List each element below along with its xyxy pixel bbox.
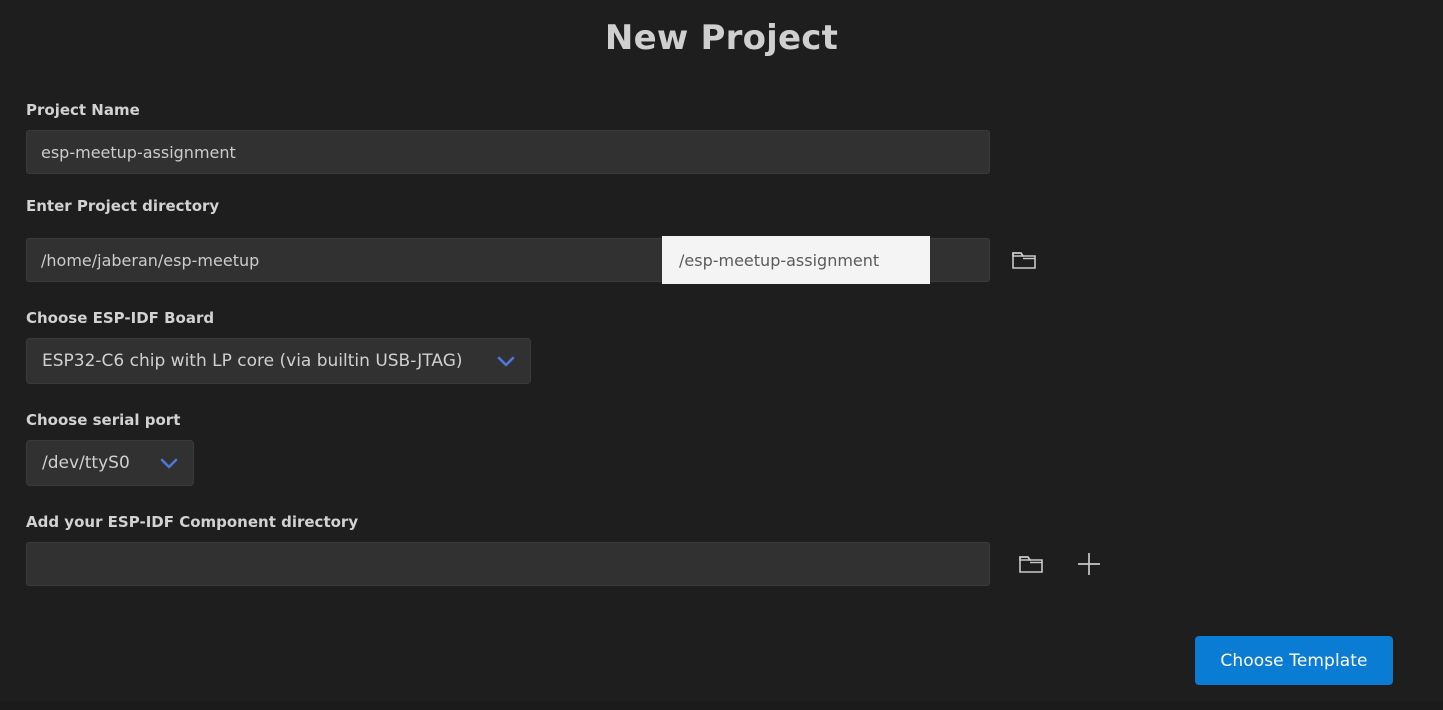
project-name-group: Project Name esp-meetup-assignment xyxy=(26,100,1426,174)
chevron-down-icon xyxy=(159,456,179,470)
board-row: ESP32-C6 chip with LP core (via builtin … xyxy=(26,338,1426,384)
new-project-form: Project Name esp-meetup-assignment Enter… xyxy=(26,100,1426,586)
project-directory-suggestion[interactable]: /esp-meetup-assignment xyxy=(662,236,930,284)
serial-port-label: Choose serial port xyxy=(26,411,181,429)
component-directory-add-button[interactable] xyxy=(1070,542,1108,586)
component-directory-group: Add your ESP-IDF Component directory xyxy=(26,512,1426,586)
board-select[interactable]: ESP32-C6 chip with LP core (via builtin … xyxy=(26,338,531,384)
bottom-strip xyxy=(0,702,1443,710)
project-name-input[interactable]: esp-meetup-assignment xyxy=(26,130,990,174)
component-directory-browse-button[interactable] xyxy=(1012,542,1050,586)
project-directory-row: /home/jaberan/esp-meetup /esp-meetup-ass… xyxy=(26,236,1426,284)
project-name-label: Project Name xyxy=(26,101,140,119)
choose-template-button[interactable]: Choose Template xyxy=(1195,636,1393,685)
board-group: Choose ESP-IDF Board ESP32-C6 chip with … xyxy=(26,308,1426,384)
component-directory-row xyxy=(26,542,1426,586)
folder-icon xyxy=(1011,249,1037,271)
project-directory-combo: /home/jaberan/esp-meetup /esp-meetup-ass… xyxy=(26,236,990,284)
project-directory-group: Enter Project directory /home/jaberan/es… xyxy=(26,196,1426,284)
serial-port-select-value: /dev/ttyS0 xyxy=(42,453,130,473)
project-directory-browse-button[interactable] xyxy=(1005,238,1043,282)
chevron-down-icon xyxy=(496,354,516,368)
page-title: New Project xyxy=(604,18,839,58)
project-name-row: esp-meetup-assignment xyxy=(26,130,1426,174)
component-directory-input[interactable] xyxy=(26,542,990,586)
board-label: Choose ESP-IDF Board xyxy=(26,309,215,327)
plus-icon xyxy=(1075,550,1103,578)
project-directory-label: Enter Project directory xyxy=(26,197,220,215)
component-directory-label: Add your ESP-IDF Component directory xyxy=(26,513,359,531)
serial-port-group: Choose serial port /dev/ttyS0 xyxy=(26,410,1426,486)
folder-icon xyxy=(1018,553,1044,575)
serial-port-row: /dev/ttyS0 xyxy=(26,440,1426,486)
serial-port-select[interactable]: /dev/ttyS0 xyxy=(26,440,194,486)
new-project-dialog: New Project Project Name esp-meetup-assi… xyxy=(0,0,1443,710)
board-select-value: ESP32-C6 chip with LP core (via builtin … xyxy=(42,351,463,371)
